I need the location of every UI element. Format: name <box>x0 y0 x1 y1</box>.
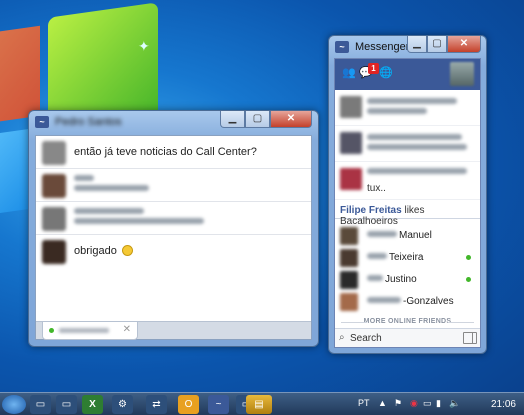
avatar <box>42 141 66 165</box>
clock[interactable]: 21:06 <box>491 399 516 410</box>
avatar <box>340 293 358 311</box>
friend-requests-icon[interactable]: 👥 <box>342 67 356 80</box>
taskbar-app-folder-icon[interactable]: ▭ <box>30 395 51 414</box>
chat-titlebar[interactable]: ~ Pedro Santos ▁ ▢ ✕ <box>29 111 318 135</box>
notification-badge: 1 <box>368 63 379 74</box>
chat-tab-name <box>59 328 109 333</box>
notification-item[interactable] <box>335 90 480 126</box>
chat-window[interactable]: ~ Pedro Santos ▁ ▢ ✕ então já teve notic… <box>28 110 319 347</box>
butterfly-icon: ✦ <box>138 38 150 54</box>
taskbar-app-active-icon[interactable]: ▤ <box>246 395 272 414</box>
friend-item[interactable]: -Gonzalves <box>335 291 480 313</box>
chat-message <box>36 169 311 202</box>
notifications-globe-icon[interactable]: 🌐 <box>379 67 393 80</box>
minimize-button[interactable]: ▁ <box>407 36 427 53</box>
taskbar: ▭ ▭ X ⚙ ⇄ O ~ ▭ ▤ PT ▲ ⚑ ◉ ▭ ▮ 🔈 21:06 <box>0 392 524 415</box>
show-hidden-icons[interactable]: ▲ <box>378 398 387 408</box>
minimize-button[interactable]: ▁ <box>220 111 245 128</box>
maximize-button[interactable]: ▢ <box>427 36 447 53</box>
taskbar-app-messenger-icon[interactable]: ~ <box>208 395 229 414</box>
display-tray-icon[interactable]: ▭ <box>423 398 432 409</box>
friend-item[interactable]: Teixeira <box>335 247 480 269</box>
maximize-button[interactable]: ▢ <box>245 111 270 128</box>
facebook-toolbar: 👥 💬 1 🌐 <box>335 59 480 90</box>
avatar <box>340 96 362 118</box>
messenger-title: Messenger <box>355 41 410 53</box>
online-status-icon <box>466 255 471 260</box>
chat-conversation: então já teve noticias do Call Center? o… <box>35 135 312 340</box>
avatar <box>42 174 66 198</box>
sidebar-toggle-icon[interactable] <box>463 332 477 344</box>
chat-message: então já teve noticias do Call Center? <box>36 136 311 169</box>
taskbar-app-window-icon[interactable]: ▭ <box>56 395 77 414</box>
chat-message <box>36 202 311 235</box>
start-button[interactable] <box>2 395 26 414</box>
chat-tab-bar: ✕ <box>36 321 311 340</box>
messenger-icon: ~ <box>335 41 349 53</box>
message-text: obrigado <box>74 245 133 257</box>
close-button[interactable]: ✕ <box>447 36 481 53</box>
network-signal-icon[interactable]: ▮ <box>436 398 441 409</box>
avatar <box>340 132 362 154</box>
close-tab-icon[interactable]: ✕ <box>123 324 131 335</box>
avatar <box>340 249 358 267</box>
message-text: então já teve noticias do Call Center? <box>74 146 257 158</box>
online-status-icon <box>466 277 471 282</box>
friend-name: Justino <box>385 274 417 285</box>
online-status-icon <box>49 328 54 333</box>
friend-name: -Gonzalves <box>403 296 454 307</box>
antivirus-icon[interactable]: ◉ <box>410 398 418 409</box>
friend-name: Teixeira <box>389 252 424 263</box>
language-indicator[interactable]: PT <box>358 398 370 408</box>
volume-icon[interactable]: 🔈 <box>449 398 460 409</box>
taskbar-app-network-icon[interactable]: ⚙ <box>112 395 133 414</box>
flag-icon[interactable]: ⚑ <box>394 398 402 409</box>
avatar <box>340 227 358 245</box>
messenger-search[interactable]: ⌕ Search <box>335 328 480 347</box>
avatar <box>340 271 358 289</box>
message-text-blurred <box>74 208 204 228</box>
smile-emoticon-icon <box>121 245 133 256</box>
avatar <box>42 207 66 231</box>
messenger-titlebar[interactable]: ~ Messenger ▁ ▢ ✕ <box>329 36 486 60</box>
message-text-blurred <box>74 175 149 195</box>
chat-message: obrigado <box>36 235 311 268</box>
search-input[interactable]: Search <box>350 333 382 344</box>
friend-item[interactable]: Manuel <box>335 225 480 247</box>
taskbar-app-transfer-icon[interactable]: ⇄ <box>146 395 167 414</box>
chat-title: Pedro Santos <box>55 116 122 128</box>
friend-name: Manuel <box>399 230 432 241</box>
chat-tab[interactable]: ✕ <box>42 322 138 340</box>
messenger-window[interactable]: ~ Messenger ▁ ▢ ✕ 👥 💬 1 🌐 tux.. Filipe F… <box>328 35 487 354</box>
profile-picture[interactable] <box>450 62 474 86</box>
notification-item-partial[interactable]: Filipe Freitas likes Bacalhoeiros <box>335 200 480 227</box>
close-button[interactable]: ✕ <box>270 111 312 128</box>
search-icon: ⌕ <box>339 332 345 343</box>
messenger-icon: ~ <box>35 116 49 128</box>
friend-item[interactable]: Justino <box>335 269 480 291</box>
taskbar-app-excel-icon[interactable]: X <box>82 395 103 414</box>
messenger-body: 👥 💬 1 🌐 tux.. Filipe Freitas likes Bacal… <box>334 58 481 348</box>
notification-item[interactable]: tux.. <box>335 162 480 200</box>
notification-item[interactable] <box>335 126 480 162</box>
avatar <box>340 168 362 190</box>
avatar <box>42 240 66 264</box>
notification-text: tux.. <box>367 183 386 194</box>
taskbar-app-outlook-icon[interactable]: O <box>178 395 199 414</box>
